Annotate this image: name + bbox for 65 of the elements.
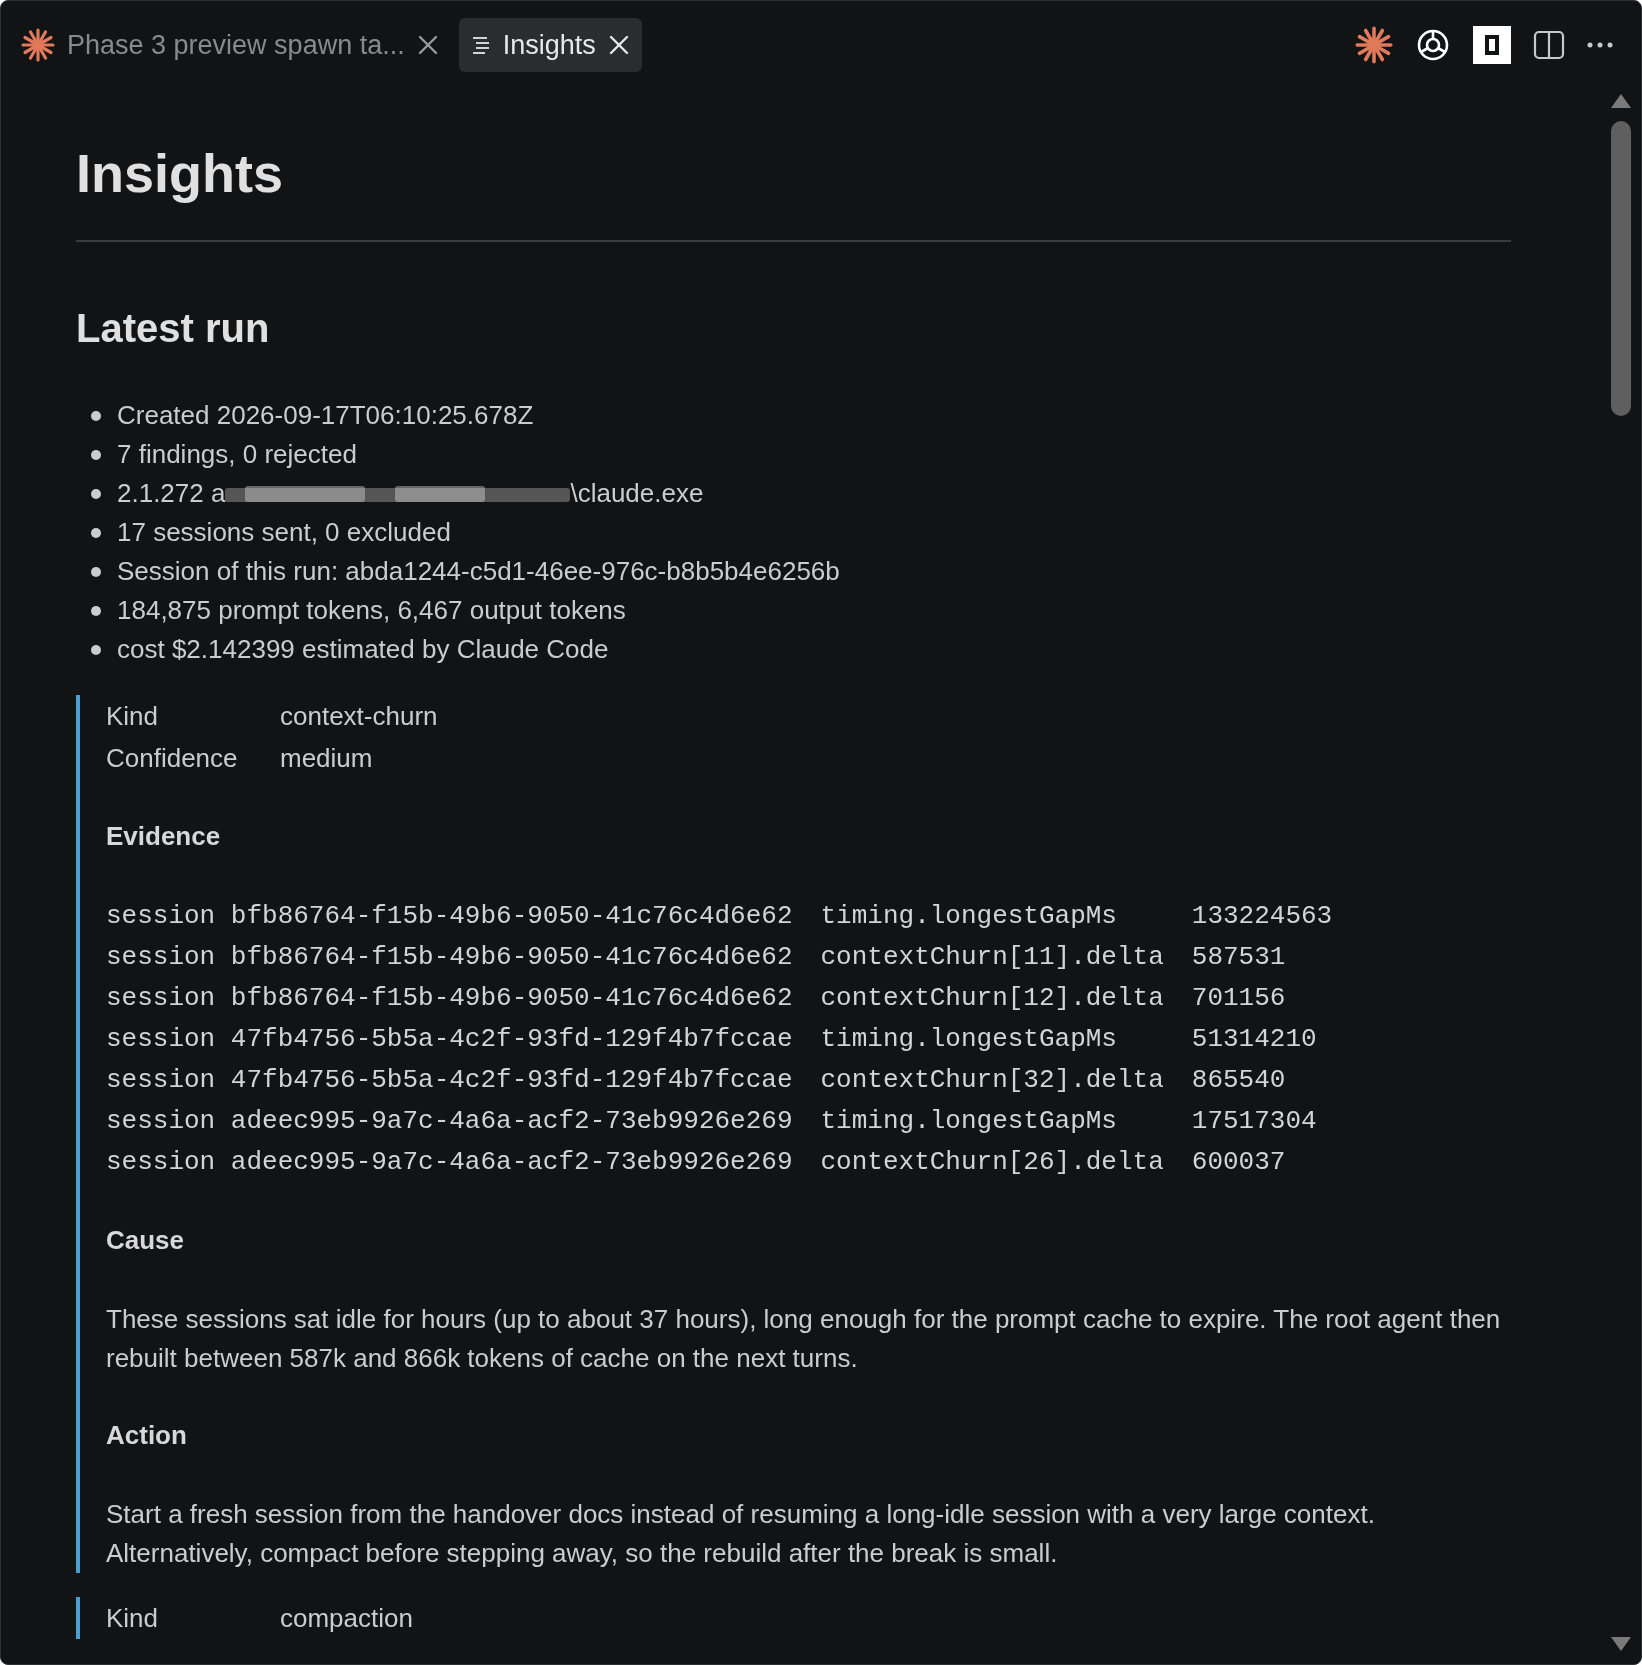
scrollbar-thumb[interactable] <box>1611 121 1631 416</box>
code-cell-text: 600037 <box>1191 1146 1287 1179</box>
code-cell-text: 587531 <box>1191 941 1287 974</box>
section-heading: Evidence <box>106 820 222 853</box>
code-cell-text: contextChurn[12].delta <box>820 982 1164 1015</box>
bullet-icon <box>91 605 101 616</box>
section-heading: Cause <box>106 1224 186 1257</box>
field-value: compaction <box>280 1602 414 1635</box>
square-icon[interactable] <box>1473 26 1511 64</box>
split-editor-icon[interactable] <box>1533 29 1565 61</box>
code-cell-text: session 47fb4756-5b5a-4c2f-93fd-129f4b7fccae <box>106 1064 793 1097</box>
list-item-text: 2.1.272 a <box>117 477 226 510</box>
bullet-icon <box>91 449 101 460</box>
code-cell-text: session bfb86764-f15b-49b6-9050-41c76c4d6e62 <box>106 982 793 1015</box>
field-label: Confidence <box>106 742 239 775</box>
section-heading: Action <box>106 1419 188 1452</box>
code-cell-text: session adeec995-9a7c-4a6a-acf2-73eb9926e269 <box>106 1105 793 1138</box>
page-title: Insights <box>76 133 1511 242</box>
close-icon[interactable] <box>607 34 630 56</box>
field-value: medium <box>280 742 374 775</box>
code-cell-text: 865540 <box>1191 1064 1287 1097</box>
scroll-up-icon[interactable] <box>1610 93 1632 109</box>
code-cell-text: session bfb86764-f15b-49b6-9050-41c76c4d6e62 <box>106 941 793 974</box>
code-cell-text: 51314210 <box>1191 1023 1318 1056</box>
code-cell-text: session adeec995-9a7c-4a6a-acf2-73eb9926e269 <box>106 1146 793 1179</box>
more-icon[interactable] <box>1587 41 1613 49</box>
bullet-icon <box>91 410 101 421</box>
close-icon[interactable] <box>416 34 439 56</box>
field-value: context-churn <box>280 700 439 733</box>
code-cell-text: contextChurn[32].delta <box>820 1064 1164 1097</box>
code-cell-text: 17517304 <box>1191 1105 1318 1138</box>
list-item-text: Created 2026-09-17T06:10:25.678Z <box>117 399 534 432</box>
code-cell-text: session 47fb4756-5b5a-4c2f-93fd-129f4b7fccae <box>106 1023 793 1056</box>
code-cell-text: timing.longestGapMs <box>820 1023 1118 1056</box>
knot-logo-icon[interactable] <box>1415 27 1451 63</box>
paragraph: Start a fresh session from the handover docs instead of resuming a long-idle session with a very large context. Alternatively, compact before stepping away, so the rebuild after the break is small. <box>106 1498 1376 1570</box>
starburst-icon <box>21 28 55 62</box>
code-cell-text: timing.longestGapMs <box>820 1105 1118 1138</box>
code-cell-text: contextChurn[11].delta <box>820 941 1164 974</box>
editor-tab[interactable]: Insights <box>458 18 642 72</box>
editor-tab[interactable]: Phase 3 preview spawn ta... <box>9 18 451 72</box>
bullet-icon <box>91 488 101 499</box>
code-cell-text: 133224563 <box>1191 900 1334 933</box>
field-label: Kind <box>106 1602 160 1635</box>
code-cell-text: 701156 <box>1191 982 1287 1015</box>
lines-icon <box>470 36 491 54</box>
tab-label: Phase 3 preview spawn ta... <box>67 28 405 62</box>
list-item-text: \claude.exe <box>570 477 704 510</box>
list-item-text: 17 sessions sent, 0 excluded <box>117 516 451 549</box>
field-label: Kind <box>106 700 160 733</box>
scroll-down-icon[interactable] <box>1610 1636 1632 1652</box>
code-cell-text: contextChurn[26].delta <box>820 1146 1164 1179</box>
list-item-text: 7 findings, 0 rejected <box>117 438 357 471</box>
code-cell-text: session bfb86764-f15b-49b6-9050-41c76c4d6e62 <box>106 900 793 933</box>
list-item-text: cost $2.142399 estimated by Claude Code <box>117 633 609 666</box>
bullet-icon <box>91 566 101 577</box>
bullet-icon <box>91 644 101 655</box>
tab-label: Insights <box>502 28 596 62</box>
section-title: Latest run <box>76 305 271 352</box>
paragraph: These sessions sat idle for hours (up to about 37 hours), long enough for the prompt cache to expire. The root agent then rebuilt between 587k and 866k tokens of cache on the next turns. <box>106 1303 1502 1375</box>
list-item-text: 184,875 prompt tokens, 6,467 output tokens <box>117 594 626 627</box>
list-item-text: Session of this run: abda1244-c5d1-46ee-976c-b8b5b4e6256b <box>117 555 840 588</box>
code-cell-text: timing.longestGapMs <box>820 900 1118 933</box>
bullet-icon <box>91 527 101 538</box>
starburst-icon <box>1355 26 1393 64</box>
